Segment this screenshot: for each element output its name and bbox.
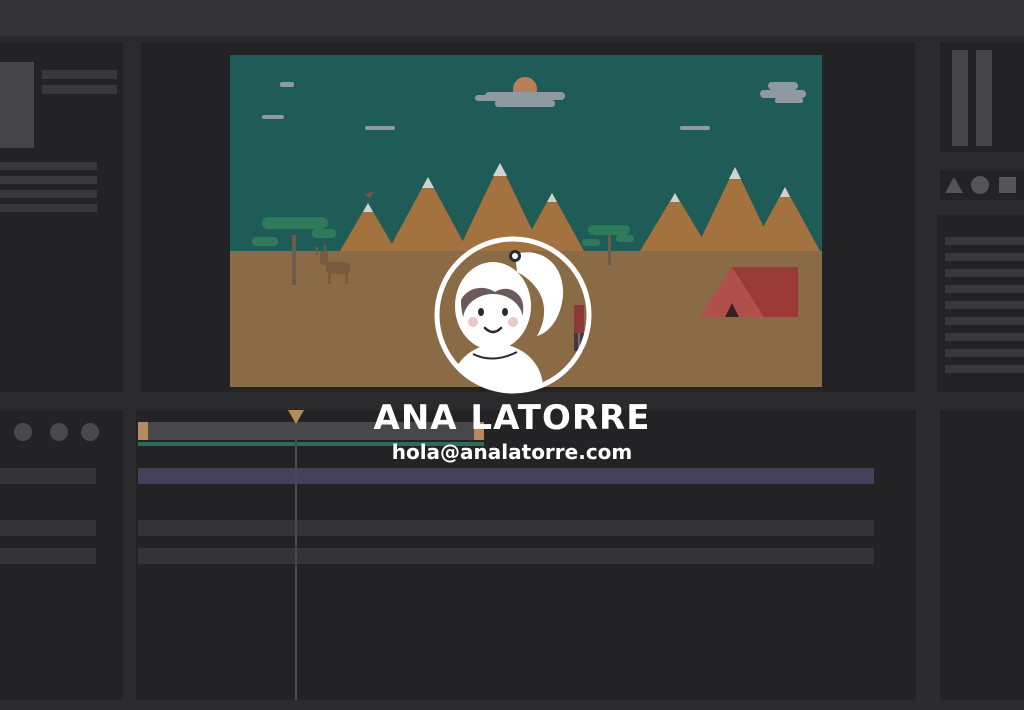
layer-item[interactable] bbox=[945, 349, 1024, 357]
library-item[interactable] bbox=[0, 190, 97, 198]
timeline-clip[interactable] bbox=[138, 468, 874, 484]
layer-item[interactable] bbox=[945, 237, 1024, 245]
properties-panel bbox=[940, 42, 1024, 152]
layer-item[interactable] bbox=[945, 333, 1024, 341]
menu-bar bbox=[0, 0, 1024, 36]
library-thumbnail[interactable] bbox=[0, 62, 34, 148]
layer-item[interactable] bbox=[945, 301, 1024, 309]
layer-row[interactable] bbox=[0, 520, 96, 536]
properties-swatch[interactable] bbox=[952, 50, 968, 146]
library-panel bbox=[0, 42, 123, 392]
girl-avatar-logo bbox=[434, 236, 592, 394]
playhead-line[interactable] bbox=[295, 424, 297, 700]
library-item[interactable] bbox=[0, 176, 97, 184]
shape-tools bbox=[940, 170, 1024, 200]
brand-name: ANA LATORRE bbox=[373, 398, 651, 438]
library-item[interactable] bbox=[0, 162, 97, 170]
library-item[interactable] bbox=[0, 204, 97, 212]
layer-item[interactable] bbox=[945, 317, 1024, 325]
layer-item[interactable] bbox=[945, 253, 1024, 261]
layers-panel bbox=[937, 215, 1024, 392]
layer-row[interactable] bbox=[0, 548, 96, 564]
triangle-icon[interactable] bbox=[944, 175, 964, 195]
layer-item[interactable] bbox=[945, 365, 1024, 373]
layer-row[interactable] bbox=[0, 468, 96, 484]
library-label bbox=[42, 70, 117, 79]
square-icon[interactable] bbox=[998, 175, 1018, 195]
properties-swatch[interactable] bbox=[976, 50, 992, 146]
timeline-track[interactable] bbox=[138, 548, 874, 564]
layer-item[interactable] bbox=[945, 269, 1024, 277]
editor-app: ANA LATORRE hola@analatorre.com bbox=[0, 0, 1024, 710]
circle-icon[interactable] bbox=[970, 175, 990, 195]
library-label bbox=[42, 85, 117, 94]
brand-email[interactable]: hola@analatorre.com bbox=[0, 440, 1024, 464]
timeline-track[interactable] bbox=[138, 520, 874, 536]
layer-item[interactable] bbox=[945, 285, 1024, 293]
